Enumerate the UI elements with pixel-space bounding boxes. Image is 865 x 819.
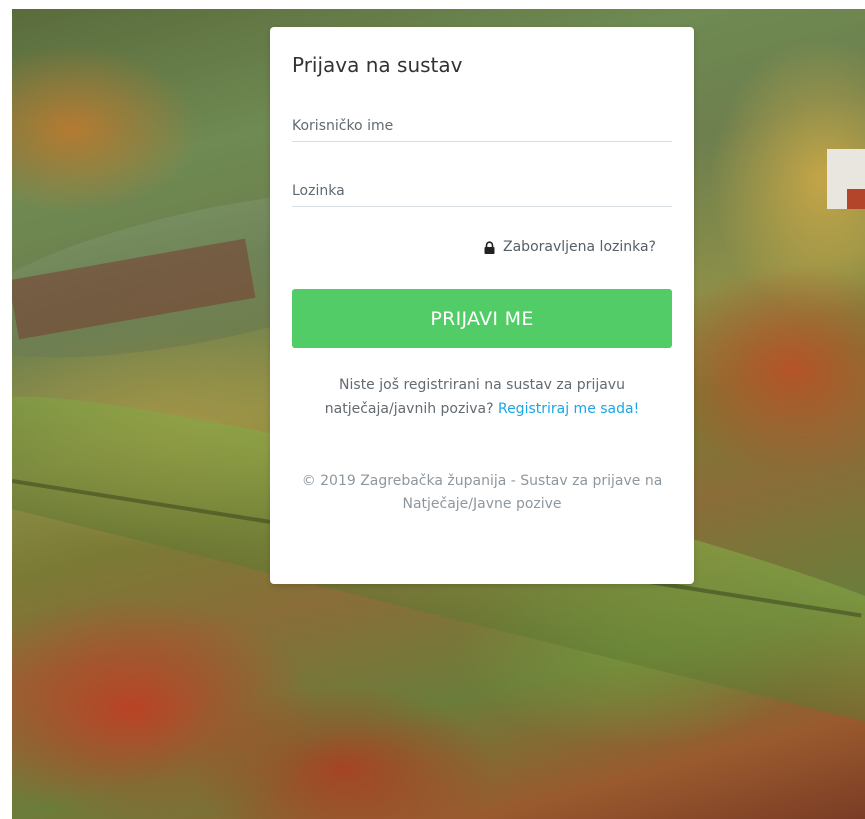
- username-field[interactable]: [292, 111, 672, 142]
- lock-icon: [484, 240, 495, 254]
- forgot-password-link[interactable]: Zaboravljena lozinka?: [484, 239, 656, 255]
- register-link[interactable]: Registriraj me sada!: [498, 401, 639, 417]
- login-button[interactable]: PRIJAVI ME: [292, 289, 672, 348]
- username-input[interactable]: [292, 111, 672, 141]
- forgot-password-label: Zaboravljena lozinka?: [503, 239, 656, 255]
- password-input[interactable]: [292, 176, 672, 206]
- login-page: Prijava na sustav Zaboravljena lozinka? …: [0, 0, 865, 819]
- password-field[interactable]: [292, 176, 672, 207]
- login-card: Prijava na sustav Zaboravljena lozinka? …: [270, 27, 694, 584]
- copyright-text: © 2019 Zagrebačka županija - Sustav za p…: [301, 473, 663, 512]
- page-title: Prijava na sustav: [292, 53, 463, 77]
- register-prompt: Niste još registrirani na sustav za prij…: [302, 373, 662, 421]
